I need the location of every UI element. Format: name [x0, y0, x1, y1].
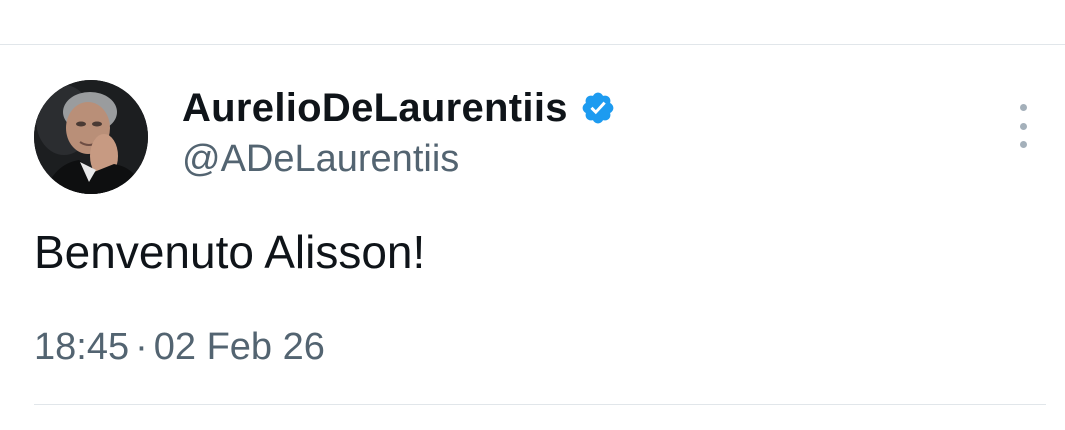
meta-separator: · — [135, 326, 148, 368]
more-vertical-icon-dot — [1019, 141, 1027, 148]
tweet-detail-page: AurelioDeLaurentiis @ADeLaurentiis Benve… — [0, 0, 1065, 430]
tweet-text: Benvenuto Alisson! — [34, 226, 426, 278]
tweet-time: 18:45 — [34, 326, 130, 368]
tweet-date: 02 Feb 26 — [153, 326, 325, 368]
top-divider — [0, 44, 1065, 45]
verified-badge-icon — [580, 90, 616, 126]
author-name-row: AurelioDeLaurentiis — [182, 82, 616, 134]
author-handle[interactable]: @ADeLaurentiis — [182, 134, 459, 184]
more-vertical-icon-dot — [1019, 122, 1027, 130]
more-options-button[interactable] — [1008, 104, 1038, 148]
more-vertical-icon — [1019, 104, 1027, 111]
author-avatar[interactable] — [34, 80, 148, 194]
tweet-timestamp[interactable]: 18:45 · 02 Feb 26 — [34, 322, 325, 372]
bottom-divider — [34, 404, 1046, 405]
author-display-name[interactable]: AurelioDeLaurentiis — [182, 82, 568, 134]
